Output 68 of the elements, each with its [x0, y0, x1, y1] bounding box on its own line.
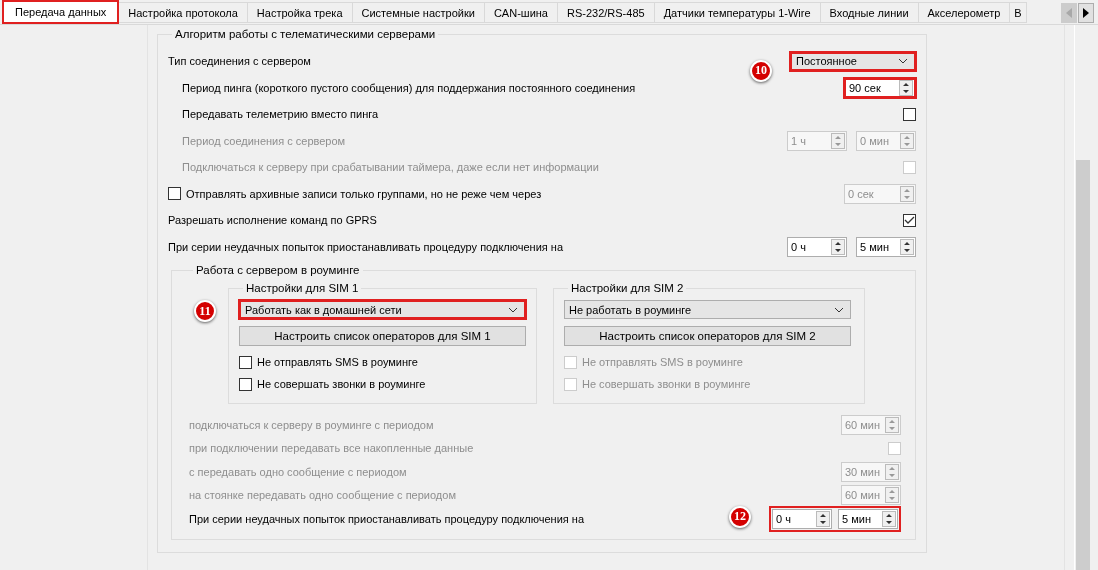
checkbox[interactable] — [903, 107, 916, 121]
setting-label: подключаться к серверу в роуминге с периодом — [189, 418, 434, 431]
group-title: Настройки для SIM 1 — [245, 282, 360, 294]
checkbox[interactable] — [168, 187, 181, 201]
up-down-arrows-icon — [900, 132, 914, 149]
up-down-arrows-icon — [816, 510, 830, 527]
checkbox-label: Не отправлять SMS в роуминге — [582, 356, 743, 368]
setting-label: Период соединения с сервером — [182, 134, 346, 147]
tab[interactable]: Передача данных — [2, 0, 120, 24]
up-down-arrows-icon — [885, 416, 899, 433]
dropdown[interactable]: Не работать в роуминге — [564, 300, 851, 319]
setting-label: Передавать телеметрию вместо пинга — [182, 108, 379, 121]
dropdown[interactable]: Постоянное — [790, 51, 916, 71]
callout-badge: 12 — [729, 505, 751, 528]
group-title: Настройки для SIM 2 — [570, 282, 685, 294]
up-down-arrows-icon — [831, 132, 845, 149]
setting-label: Период пинга (короткого пустого сообщения) для поддержания постоянного соединения — [182, 81, 636, 94]
tab[interactable]: Датчики температуры 1-Wire — [654, 2, 821, 23]
checkbox-label: Не совершать звонки в роуминге — [582, 378, 751, 390]
checkbox-label: Не отправлять SMS в роуминге — [257, 356, 418, 368]
spin-box[interactable]: 0 ч — [787, 236, 847, 257]
tab[interactable]: Акселерометр — [918, 2, 1011, 23]
tab[interactable]: Системные настройки — [352, 2, 485, 23]
checkbox[interactable] — [239, 377, 252, 391]
up-down-arrows-icon — [885, 487, 899, 504]
setting-label: на стоянке передавать одно сообщение с периодом — [189, 489, 456, 502]
setting-label: с передавать одно сообщение с периодом — [189, 465, 407, 478]
chevron-down-icon — [508, 306, 518, 313]
up-down-arrows-icon — [882, 510, 896, 527]
setting-label: Отправлять архивные записи только группами, но не реже чем через — [186, 187, 542, 200]
callout-badge: 11 — [194, 300, 216, 322]
spin-box[interactable]: 90 сек — [844, 77, 916, 98]
setting-label: Разрешать исполнение команд по GPRS — [168, 214, 377, 227]
tab[interactable]: В — [1010, 2, 1027, 23]
tab[interactable]: Входные линии — [820, 2, 919, 23]
group-title: Работа с сервером в роуминге — [195, 264, 361, 276]
up-down-arrows-icon — [831, 238, 845, 255]
up-down-arrows-icon — [900, 185, 914, 202]
spin-box[interactable]: 5 мин — [838, 508, 898, 529]
right-triangle-icon — [1082, 7, 1090, 19]
dropdown[interactable]: Работать как в домашней сети — [239, 300, 526, 319]
scrollbar[interactable] — [1074, 25, 1091, 570]
callout-badge: 10 — [750, 59, 772, 82]
checkbox[interactable] — [239, 355, 252, 369]
checkbox-label: Не совершать звонки в роуминге — [257, 378, 426, 390]
group-title: Алгоритм работы с телематическими серверами — [174, 28, 437, 40]
scrollbar-thumb[interactable] — [1076, 160, 1090, 570]
setting-label: Тип соединения с сервером — [168, 55, 311, 68]
tab[interactable]: CAN-шина — [484, 2, 558, 23]
chevron-down-icon — [898, 58, 908, 65]
scroll-right-button[interactable] — [1078, 3, 1094, 23]
setting-label: При серии неудачных попыток приостанавливать процедуру подключения на — [189, 512, 585, 525]
up-down-arrows-icon — [900, 238, 914, 255]
setting-label: При серии неудачных попыток приостанавливать процедуру подключения на — [168, 240, 564, 253]
tab[interactable]: Настройка протокола — [119, 2, 248, 23]
up-down-arrows-icon — [899, 79, 913, 96]
operators-button[interactable]: Настроить список операторов для SIM 1 — [239, 326, 526, 346]
left-triangle-icon — [1065, 7, 1073, 19]
checkbox[interactable] — [903, 213, 916, 227]
tab[interactable]: Настройка трека — [247, 2, 353, 23]
tab[interactable]: RS-232/RS-485 — [558, 2, 655, 23]
operators-button[interactable]: Настроить список операторов для SIM 2 — [564, 326, 851, 346]
chevron-down-icon — [834, 306, 844, 313]
setting-label: Подключаться к серверу при срабатывании таймера, даже если нет информации — [182, 161, 599, 174]
spin-box[interactable]: 0 ч — [772, 508, 832, 529]
up-down-arrows-icon — [885, 463, 899, 480]
spin-box[interactable]: 5 мин — [856, 236, 916, 257]
setting-label: при подключении передавать все накопленные данные — [189, 442, 474, 455]
